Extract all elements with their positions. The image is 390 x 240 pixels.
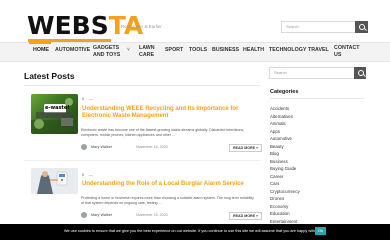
logo-text: WEBS: [27, 11, 109, 40]
avatar[interactable]: [81, 144, 87, 150]
category-link[interactable]: Career: [270, 173, 300, 181]
nav-item-contact-us[interactable]: CONTACT: [334, 45, 360, 51]
nav-item-automotive[interactable]: AUTOMOTIVE: [55, 47, 90, 53]
categories-divider: [270, 98, 364, 99]
nav-item-lawn-care-line2[interactable]: CARE: [139, 52, 154, 58]
categories-list: Accidents Alternatives Animals Apps Auto…: [270, 105, 300, 225]
section-title: Latest Posts: [24, 71, 75, 81]
nav-item-home[interactable]: HOME: [33, 47, 49, 53]
category-link[interactable]: Beauty: [270, 143, 300, 151]
post-author[interactable]: Mary Walker: [91, 145, 112, 149]
cookie-banner: We use cookies to ensure that we give yo…: [0, 224, 390, 240]
category-link[interactable]: Cryptocurrency: [270, 188, 300, 196]
avatar[interactable]: [81, 212, 87, 218]
share-icon[interactable]: —: [89, 172, 93, 177]
read-more-button[interactable]: READ MORE »: [229, 144, 262, 152]
read-more-button[interactable]: READ MORE »: [229, 212, 262, 220]
post-excerpt: Protecting a home or business requires m…: [81, 196, 254, 205]
category-link[interactable]: Drones: [270, 195, 300, 203]
post-thumbnail[interactable]: e-waste!: [31, 94, 78, 134]
ewaste-illustration: [31, 98, 78, 134]
category-link[interactable]: Blog: [270, 150, 300, 158]
site-tagline: Remember & Earlier: [121, 24, 162, 29]
nav-item-technology[interactable]: TECHNOLOGY: [269, 47, 306, 53]
main-navigation: HOME AUTOMOTIVE GADGETS AND TOYS ˅ LAWN …: [0, 42, 390, 62]
thumbnail-caption: e-waste!: [45, 105, 70, 111]
nav-item-business[interactable]: BUSINESS: [212, 47, 239, 53]
nav-item-gadgets[interactable]: GADGETS: [93, 45, 119, 51]
nav-item-lawn-care[interactable]: LAWN: [139, 45, 155, 51]
section-divider: [24, 85, 260, 86]
search-icon: [359, 24, 365, 30]
nav-item-sport[interactable]: SPORT: [165, 47, 183, 53]
category-link[interactable]: Economy: [270, 203, 300, 211]
alarm-illustration: [31, 168, 78, 194]
category-link[interactable]: Automotive: [270, 135, 300, 143]
header-search-box[interactable]: Search: [281, 21, 368, 33]
sidebar-search-button[interactable]: [354, 67, 366, 79]
post-date: November 15, 2025: [136, 145, 168, 149]
nav-item-travel[interactable]: TRAVEL: [308, 47, 329, 53]
category-link[interactable]: Cars: [270, 180, 300, 188]
site-header: WEBSTA Remember & Earlier Search: [0, 0, 390, 42]
nav-item-gadgets-line2[interactable]: AND TOYS: [93, 52, 120, 58]
share-icon[interactable]: —: [89, 96, 93, 101]
categories-title: Categories: [270, 89, 299, 95]
post-thumbnail[interactable]: [31, 168, 78, 194]
category-link[interactable]: Alternatives: [270, 113, 300, 121]
header-search-button[interactable]: [355, 21, 368, 33]
post-author[interactable]: Mary Walker: [91, 213, 112, 217]
chevron-down-icon[interactable]: ˅: [127, 47, 130, 53]
post-card: e-waste! 0 — Understanding WEEE Recyclin…: [24, 88, 262, 158]
category-link[interactable]: Buying Guide: [270, 165, 300, 173]
post-date: November 15, 2025: [136, 213, 168, 217]
nav-item-health[interactable]: HEALTH: [243, 47, 264, 53]
category-link[interactable]: Education: [270, 210, 300, 218]
post-divider: [24, 160, 260, 161]
share-count: 0: [82, 172, 85, 177]
post-excerpt: Electronic waste has become one of the f…: [81, 128, 245, 137]
category-link[interactable]: Business: [270, 158, 300, 166]
header-search-input[interactable]: Search: [286, 24, 299, 29]
sidebar-search-input[interactable]: Search: [274, 70, 287, 75]
post-card: 0 — Understanding the Role of a Local Bu…: [24, 164, 262, 224]
cookie-accept-button[interactable]: Ok: [315, 227, 326, 235]
sidebar-search-box[interactable]: Search: [269, 67, 366, 79]
post-title[interactable]: Understanding the Role of a Local Burgla…: [82, 181, 262, 188]
search-icon: [358, 70, 364, 76]
post-title[interactable]: Understanding WEEE Recycling and Its Imp…: [82, 106, 262, 120]
nav-item-contact-us-line2[interactable]: US: [334, 52, 341, 58]
category-link[interactable]: Apps: [270, 128, 300, 136]
category-link[interactable]: Accidents: [270, 105, 300, 113]
nav-active-indicator: [29, 42, 51, 44]
cookie-message: We use cookies to ensure that we give yo…: [64, 229, 320, 233]
category-link[interactable]: Animals: [270, 120, 300, 128]
share-count: 0: [82, 96, 85, 101]
nav-item-tools[interactable]: TOOLS: [189, 47, 207, 53]
